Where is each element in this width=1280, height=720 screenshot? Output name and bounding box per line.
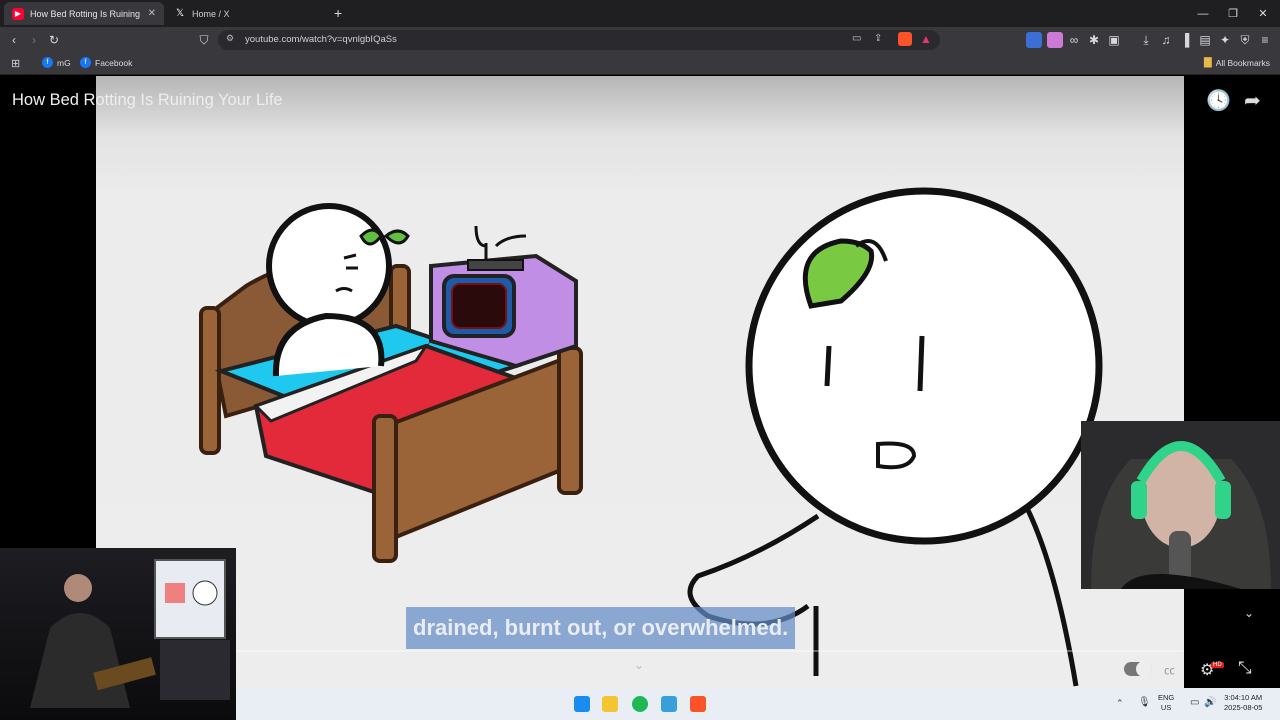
bookmark-icon[interactable]: ⛉	[196, 32, 212, 48]
bookmark-mg[interactable]: f mG	[42, 57, 71, 68]
youtube-icon: ▶	[12, 7, 24, 20]
brave-rewards-icon[interactable]: ▲	[920, 32, 932, 46]
extension-2-icon[interactable]	[1047, 32, 1063, 48]
facebook-icon: f	[42, 57, 53, 68]
language-indicator[interactable]: ENG US	[1158, 693, 1174, 713]
exit-fullscreen-icon[interactable]: ⤡	[1238, 658, 1252, 678]
file-explorer-icon[interactable]	[602, 696, 618, 712]
all-bookmarks-folder[interactable]: ▇ All Bookmarks	[1204, 57, 1270, 68]
brave-shields-icon[interactable]	[898, 32, 912, 46]
microphone-icon[interactable]: 🎙	[1138, 697, 1151, 708]
extension-3-icon[interactable]: ∞	[1066, 32, 1082, 48]
tab-strip: ▶ How Bed Rotting Is Ruining Y ✕ 𝕏 Home …	[0, 0, 1280, 27]
site-info-icon[interactable]: ⚙	[226, 33, 234, 44]
expand-chevron-icon[interactable]: ⌄	[634, 658, 644, 672]
download-icon[interactable]: ⤓	[1138, 32, 1154, 48]
vpn-icon[interactable]: ⛨	[1237, 32, 1253, 48]
video-progress-bar[interactable]	[236, 650, 1183, 652]
close-window-icon[interactable]: ✕	[1246, 0, 1280, 27]
share-icon[interactable]: ⇪	[874, 33, 882, 44]
webcam-overlay-face	[1081, 421, 1280, 589]
tab-label: Home / X	[192, 8, 230, 19]
language-code: ENG	[1158, 693, 1175, 702]
facebook-icon: f	[80, 57, 91, 68]
sidebar-icon[interactable]: ▐	[1177, 32, 1193, 48]
clock[interactable]: 3:04:10 AM 2025-08-05	[1224, 693, 1262, 713]
tab-youtube-video[interactable]: ▶ How Bed Rotting Is Ruining Y ✕	[4, 2, 164, 25]
windows-taskbar: ⌃ 🎙 ENG US ▭ 🔊 3:04:10 AM 2025-08-05	[236, 688, 1280, 720]
app-icon[interactable]	[661, 696, 677, 712]
folder-icon: ▇	[1204, 57, 1212, 68]
tab-label: How Bed Rotting Is Ruining Y	[30, 8, 140, 19]
brave-browser-icon[interactable]	[690, 696, 706, 712]
media-icon[interactable]: ♫	[1158, 32, 1174, 48]
extensions-icon[interactable]: ✱	[1086, 32, 1102, 48]
bookmark-facebook[interactable]: f Facebook	[80, 57, 132, 68]
clock-time: 3:04:10 AM	[1224, 693, 1263, 702]
extension-4-icon[interactable]: ▣	[1106, 32, 1122, 48]
subtitles-icon[interactable]: ㏄	[1164, 662, 1175, 678]
autoplay-toggle[interactable]	[1124, 661, 1152, 677]
clock-date: 2025-08-05	[1224, 703, 1263, 712]
network-icon[interactable]: ▭	[1190, 697, 1199, 708]
video-frame[interactable]	[96, 76, 1184, 688]
x-icon: 𝕏	[175, 8, 185, 19]
video-title[interactable]: How Bed Rotting Is Ruining Your Life	[12, 91, 283, 110]
all-bookmarks-label: All Bookmarks	[1215, 57, 1271, 68]
webcam-overlay-room	[0, 548, 236, 720]
bookmarks-bar: ⊞ f mG f Facebook ▇ All Bookmarks	[0, 53, 1280, 75]
forward-icon[interactable]: ›	[26, 32, 42, 48]
share-video-icon[interactable]: ➦	[1244, 88, 1261, 113]
windows-start-icon[interactable]	[574, 696, 590, 712]
subtitle-caption: drained, burnt out, or overwhelmed.	[406, 607, 796, 649]
keyboard-region: US	[1160, 703, 1172, 712]
menu-icon[interactable]: ≡	[1257, 32, 1273, 48]
restore-icon[interactable]: ❐	[1216, 0, 1250, 27]
chevron-down-icon[interactable]: ⌄	[1244, 606, 1254, 620]
hd-badge: HD	[1211, 662, 1224, 668]
new-tab-button[interactable]: +	[334, 5, 342, 21]
apps-icon[interactable]: ⊞	[11, 57, 20, 70]
leo-ai-icon[interactable]: ✦	[1217, 32, 1233, 48]
minimize-icon[interactable]: —	[1186, 0, 1220, 27]
back-icon[interactable]: ‹	[6, 32, 22, 48]
wallet-icon[interactable]: ▤	[1197, 32, 1213, 48]
watch-later-icon[interactable]: 🕓	[1206, 88, 1231, 113]
spotify-icon[interactable]	[632, 696, 648, 712]
webcam-room-scene	[30, 559, 230, 708]
tray-chevron-icon[interactable]: ⌃	[1116, 698, 1124, 709]
address-bar[interactable]: ⚙ youtube.com/watch?v=qvnlgbIQaSs ▭ ⇪ ▲	[218, 30, 940, 50]
reload-icon[interactable]: ↻	[46, 32, 62, 48]
url-text: youtube.com/watch?v=qvnlgbIQaSs	[245, 34, 397, 45]
volume-icon[interactable]: 🔊	[1204, 697, 1216, 708]
toggle-knob	[1136, 661, 1152, 677]
cast-icon[interactable]: ▭	[852, 33, 861, 44]
close-tab-icon[interactable]: ✕	[148, 8, 156, 19]
cartoon-scene	[199, 187, 1103, 687]
bookmark-label: Facebook	[95, 57, 133, 68]
webcam-face-scene	[1081, 421, 1280, 589]
bookmark-label: mG	[57, 57, 71, 68]
tab-x-home[interactable]: 𝕏 Home / X	[166, 2, 326, 25]
extension-1-icon[interactable]	[1026, 32, 1042, 48]
